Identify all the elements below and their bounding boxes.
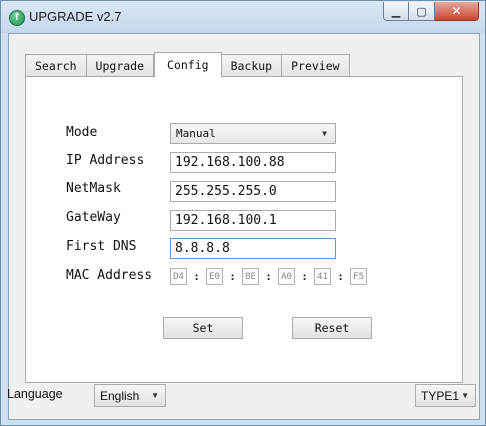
tab-bar: Search Upgrade Config Backup Preview	[25, 52, 350, 77]
type-select[interactable]: TYPE1 ▼	[415, 384, 476, 407]
gateway-label: GateWay	[66, 210, 121, 225]
tab-upgrade[interactable]: Upgrade	[86, 54, 155, 76]
tab-search[interactable]: Search	[25, 54, 87, 76]
up-arrow-icon: ↑	[9, 10, 25, 26]
language-select[interactable]: English ▼	[94, 384, 166, 407]
netmask-input[interactable]: 255.255.255.0	[170, 181, 336, 202]
chevron-down-icon: ▼	[461, 391, 469, 400]
minimize-icon: ▁	[391, 4, 401, 18]
mac-separator: :	[193, 270, 200, 283]
first-dns-input[interactable]: 8.8.8.8	[170, 238, 336, 259]
reset-button[interactable]: Reset	[292, 317, 372, 339]
mac-segment-4[interactable]: A0	[278, 268, 295, 285]
title-bar[interactable]: ↑ UPGRADE v2.7 ▁ ▢ ✕	[1, 1, 485, 33]
app-window: ↑ UPGRADE v2.7 ▁ ▢ ✕ Search Upgrade Conf…	[0, 0, 486, 426]
close-icon: ✕	[451, 4, 462, 18]
mac-segment-1[interactable]: D4	[170, 268, 187, 285]
mac-address-fields: D4 : E0 : 8E : A0 : 41 : F5	[170, 268, 367, 285]
mac-segment-6[interactable]: F5	[350, 268, 367, 285]
tab-preview[interactable]: Preview	[282, 54, 350, 76]
config-panel: Mode Manual ▼ IP Address 192.168.100.88 …	[25, 76, 463, 383]
chevron-down-icon: ▼	[151, 391, 159, 400]
mac-segment-5[interactable]: 41	[314, 268, 331, 285]
window-title: UPGRADE v2.7	[29, 9, 122, 24]
mode-select-value: Manual	[176, 127, 216, 140]
netmask-label: NetMask	[66, 181, 121, 196]
minimize-button[interactable]: ▁	[383, 2, 409, 21]
mac-address-label: MAC Address	[66, 268, 153, 283]
mac-separator: :	[229, 270, 236, 283]
mac-separator: :	[265, 270, 272, 283]
chevron-down-icon: ▼	[322, 129, 327, 138]
gateway-input[interactable]: 192.168.100.1	[170, 210, 336, 231]
maximize-button[interactable]: ▢	[409, 2, 435, 21]
mac-separator: :	[337, 270, 344, 283]
ip-address-label: IP Address	[66, 153, 145, 168]
mode-select[interactable]: Manual ▼	[170, 123, 336, 144]
set-button[interactable]: Set	[163, 317, 243, 339]
language-label: Language	[7, 387, 63, 401]
ip-address-input[interactable]: 192.168.100.88	[170, 152, 336, 173]
tab-backup[interactable]: Backup	[221, 54, 283, 76]
mac-segment-3[interactable]: 8E	[242, 268, 259, 285]
mac-segment-2[interactable]: E0	[206, 268, 223, 285]
language-select-value: English	[100, 388, 140, 403]
tab-config[interactable]: Config	[154, 52, 222, 77]
type-select-value: TYPE1	[421, 388, 460, 403]
close-button[interactable]: ✕	[435, 2, 479, 21]
window-controls: ▁ ▢ ✕	[383, 2, 479, 21]
mac-separator: :	[301, 270, 308, 283]
maximize-icon: ▢	[416, 4, 427, 18]
first-dns-label: First DNS	[66, 239, 137, 254]
mode-label: Mode	[66, 125, 98, 140]
client-area: Search Upgrade Config Backup Preview Mod…	[8, 33, 480, 420]
